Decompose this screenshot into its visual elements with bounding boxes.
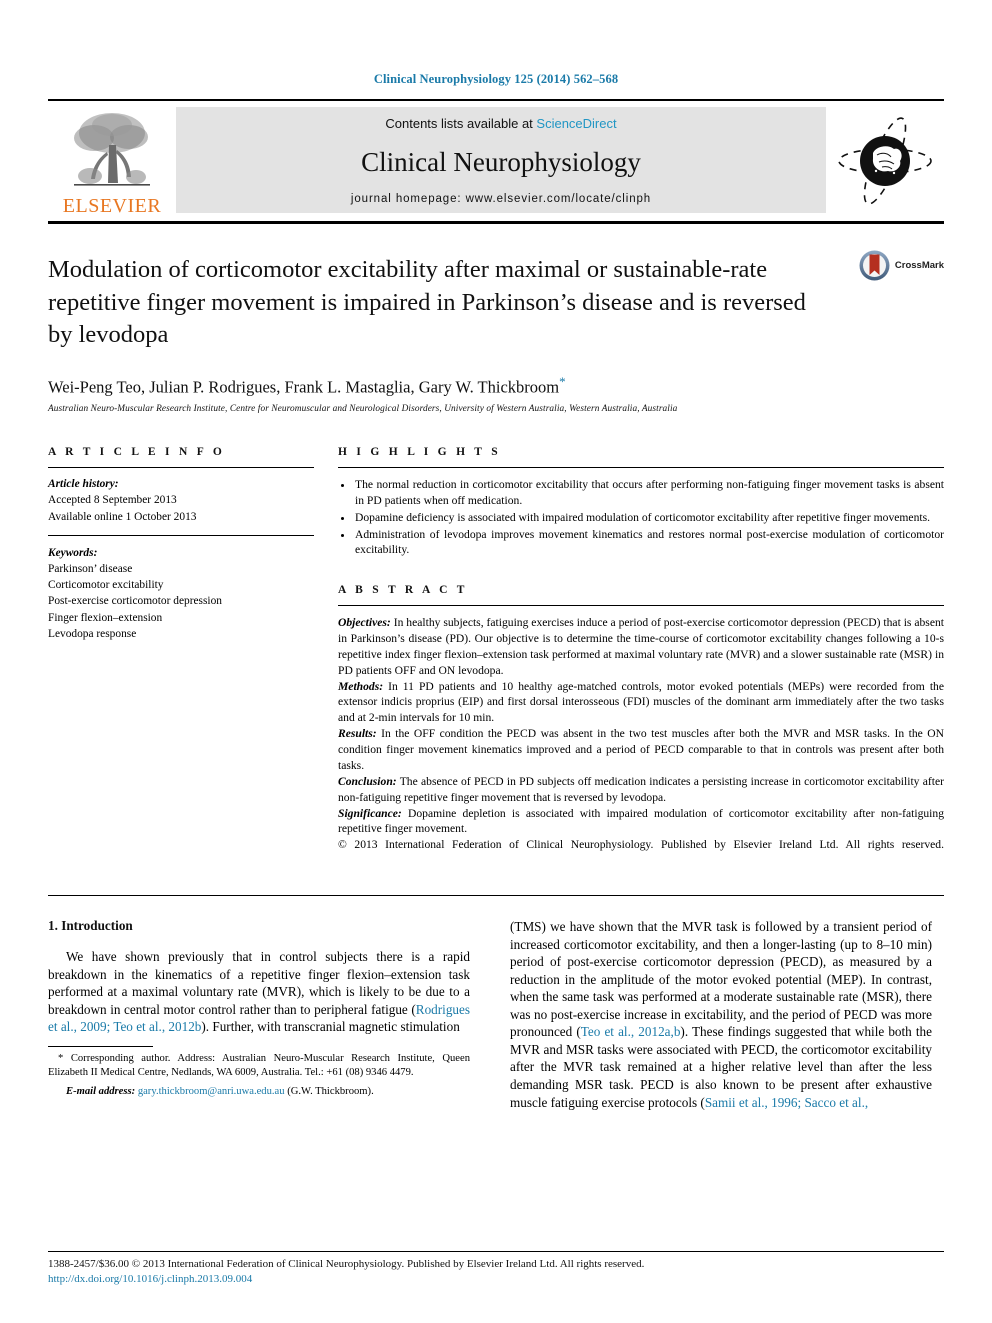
body-column-left: 1. Introduction We have shown previously… [48, 918, 470, 1117]
elsevier-logo: ELSEVIER [48, 101, 176, 221]
article-body: 1. Introduction We have shown previously… [48, 918, 944, 1117]
email-link[interactable]: gary.thickbroom@anri.uwa.edu.au [138, 1086, 285, 1097]
divider [48, 534, 314, 536]
paragraph: (TMS) we have shown that the MVR task is… [510, 918, 932, 1111]
keyword-item: Corticomotor excitability [48, 579, 164, 592]
divider [48, 1045, 153, 1047]
abstract-paragraph: Significance: Dopamine depletion is asso… [338, 806, 944, 838]
divider [338, 605, 944, 607]
abstract-paragraph: Results: In the OFF condition the PECD w… [338, 726, 944, 774]
crossmark-icon [859, 250, 890, 281]
page-footer: 1388-2457/$36.00 © 2013 International Fe… [48, 1251, 944, 1285]
corresponding-author-marker[interactable]: * [559, 374, 566, 389]
body-column-right: (TMS) we have shown that the MVR task is… [510, 918, 932, 1117]
contents-prefix: Contents lists available at [385, 116, 537, 131]
abstract-heading: A B S T R A C T [338, 584, 468, 597]
paragraph-text: We have shown previously that in control… [48, 949, 470, 1017]
article-info-heading: A R T I C L E I N F O [48, 446, 226, 459]
keyword-item: Parkinson’ disease [48, 562, 133, 575]
corresponding-author-footnote: * Corresponding author. Address: Austral… [48, 1052, 470, 1081]
divider [48, 895, 944, 897]
contents-lists-line: Contents lists available at ScienceDirec… [385, 116, 616, 131]
paragraph: We have shown previously that in control… [48, 948, 470, 1036]
author-names: Wei-Peng Teo, Julian P. Rodrigues, Frank… [48, 377, 560, 397]
page-title: Modulation of corticomotor excitability … [48, 256, 806, 349]
abstract-text: In the OFF condition the PECD was absent… [338, 727, 944, 772]
journal-masthead: ELSEVIER Contents lists available at Sci… [48, 99, 944, 224]
sciencedirect-link[interactable]: ScienceDirect [536, 116, 616, 131]
footnote-block: * Corresponding author. Address: Austral… [48, 1045, 470, 1099]
issn-copyright-line: 1388-2457/$36.00 © 2013 International Fe… [48, 1258, 645, 1271]
abstract-paragraph: Conclusion: The absence of PECD in PD su… [338, 774, 944, 806]
crossmark-label: CrossMark [894, 260, 944, 271]
highlights-heading: H I G H L I G H T S [338, 446, 501, 459]
divider [338, 467, 944, 469]
list-item: The normal reduction in corticomotor exc… [353, 477, 944, 509]
email-suffix: (G.W. Thickbroom). [284, 1085, 374, 1097]
list-item: Administration of levodopa improves move… [353, 527, 944, 559]
journal-homepage-line[interactable]: journal homepage: www.elsevier.com/locat… [351, 193, 651, 205]
email-footnote: E-mail address: gary.thickbroom@anri.uwa… [48, 1085, 470, 1099]
list-item: Dopamine deficiency is associated with i… [353, 510, 944, 526]
email-label: E-mail address: [66, 1085, 136, 1097]
abstract-text: The absence of PECD in PD subjects off m… [338, 774, 944, 804]
journal-emblem [826, 101, 944, 221]
article-history: Article history: Accepted 8 September 20… [48, 476, 314, 525]
abstract-text: Dopamine depletion is associated with im… [338, 806, 944, 836]
keywords-list: Keywords: Parkinson’ disease Corticomoto… [48, 545, 314, 642]
highlights-list: The normal reduction in corticomotor exc… [338, 477, 944, 558]
abstract-label: Results: [338, 727, 377, 741]
keywords-label: Keywords: [48, 546, 98, 559]
doi-link[interactable]: http://dx.doi.org/10.1016/j.clinph.2013.… [48, 1273, 944, 1285]
journal-article-page: Clinical Neurophysiology 125 (2014) 562–… [0, 0, 992, 1323]
article-title-block: Modulation of corticomotor excitability … [48, 224, 944, 414]
elsevier-tree-icon [74, 113, 150, 186]
author-list: Wei-Peng Teo, Julian P. Rodrigues, Frank… [48, 374, 944, 398]
article-history-label: Article history: [48, 478, 119, 491]
info-highlights-row: A R T I C L E I N F O Article history: A… [48, 446, 944, 869]
paragraph-text: (TMS) we have shown that the MVR task is… [510, 919, 932, 1040]
abstract-section: A B S T R A C T Objectives: In healthy s… [338, 584, 944, 869]
highlights-abstract-column: H I G H L I G H T S The normal reduction… [338, 446, 944, 869]
keyword-item: Levodopa response [48, 627, 137, 640]
abstract-label: Significance: [338, 806, 402, 820]
affiliation: Australian Neuro-Muscular Research Insti… [48, 404, 678, 415]
abstract-label: Methods: [338, 679, 384, 693]
abstract-label: Conclusion: [338, 774, 397, 788]
footnote-text: Corresponding author. Address: Australia… [48, 1052, 470, 1079]
crossmark-badge[interactable]: CrossMark [859, 250, 944, 281]
section-heading-introduction: 1. Introduction [48, 918, 133, 934]
citation-link[interactable]: Teo et al., 2012a,b [581, 1024, 681, 1039]
journal-title: Clinical Neurophysiology [361, 146, 641, 177]
article-info-column: A R T I C L E I N F O Article history: A… [48, 446, 338, 869]
abstract-paragraph: Objectives: In healthy subjects, fatigui… [338, 615, 944, 679]
brain-orbit-icon [838, 117, 932, 205]
abstract-body: Objectives: In healthy subjects, fatigui… [338, 615, 944, 869]
abstract-label: Objectives: [338, 616, 391, 630]
history-item: Accepted 8 September 2013 [48, 494, 177, 507]
running-head: Clinical Neurophysiology 125 (2014) 562–… [373, 72, 619, 86]
keyword-item: Post-exercise corticomotor depression [48, 595, 222, 608]
elsevier-wordmark: ELSEVIER [62, 195, 162, 217]
abstract-text: In 11 PD patients and 10 healthy age-mat… [338, 679, 944, 725]
sciencedirect-banner: Contents lists available at ScienceDirec… [176, 107, 826, 213]
keyword-item: Finger flexion–extension [48, 611, 163, 624]
paragraph-text: ). Further, with transcranial magnetic s… [201, 1019, 460, 1035]
citation-link[interactable]: Samii et al., 1996; Sacco et al., [705, 1095, 868, 1110]
abstract-text: In healthy subjects, fatiguing exercises… [338, 616, 944, 677]
divider [48, 467, 314, 469]
history-item: Available online 1 October 2013 [48, 510, 197, 523]
abstract-copyright: © 2013 International Federation of Clini… [338, 838, 944, 852]
abstract-paragraph: Methods: In 11 PD patients and 10 health… [338, 679, 944, 727]
